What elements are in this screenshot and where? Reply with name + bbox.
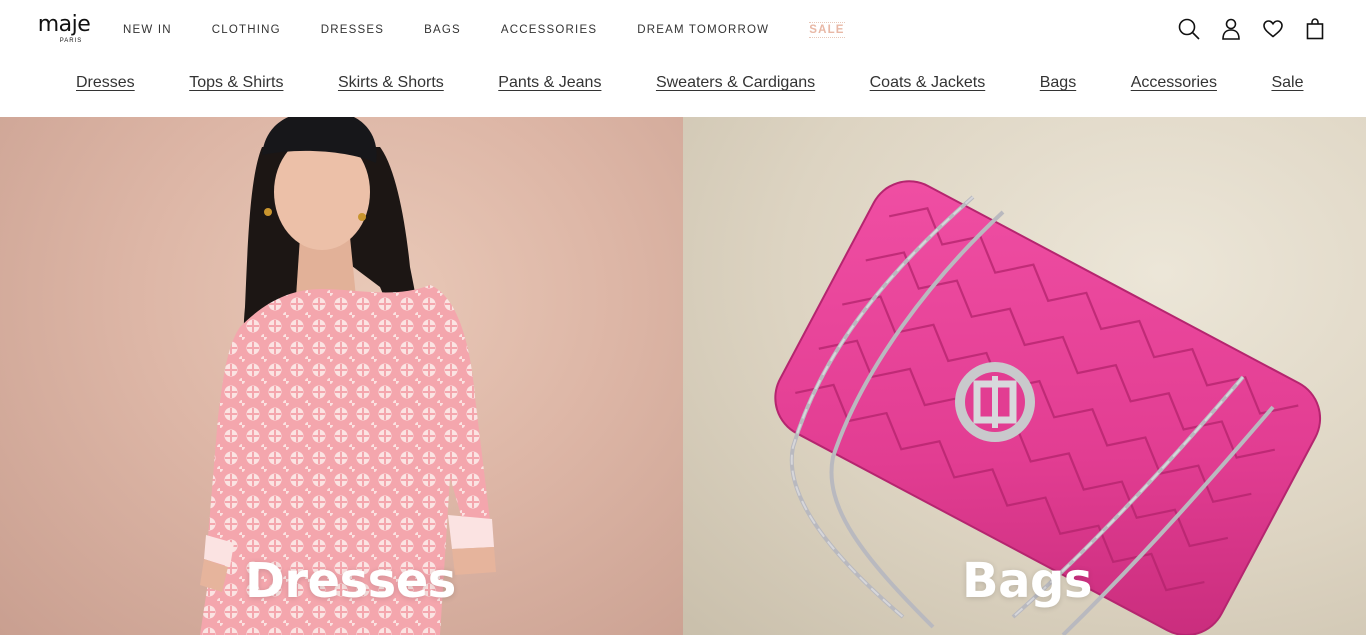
header-actions (1178, 17, 1326, 41)
bags-tile[interactable]: Bags (683, 117, 1366, 635)
logo-wordmark: maje (37, 12, 91, 37)
category-navigation: Dresses Tops & Shirts Skirts & Shorts Pa… (76, 73, 1303, 93)
category-tops-shirts[interactable]: Tops & Shirts (189, 73, 283, 93)
bags-tile-label: Bags (962, 553, 1092, 609)
nav-new-in[interactable]: NEW IN (123, 22, 172, 38)
account-icon[interactable] (1220, 17, 1242, 41)
wishlist-heart-icon[interactable] (1262, 17, 1284, 41)
nav-dream-tomorrow[interactable]: DREAM TOMORROW (637, 22, 769, 38)
category-accessories[interactable]: Accessories (1131, 73, 1217, 93)
nav-bags[interactable]: BAGS (424, 22, 461, 38)
nav-accessories[interactable]: ACCESSORIES (501, 22, 597, 38)
logo-tagline: PARIS (59, 38, 83, 44)
maje-logo[interactable]: maje PARIS (34, 13, 94, 49)
category-bags[interactable]: Bags (1040, 73, 1076, 93)
category-sweaters-cardigans[interactable]: Sweaters & Cardigans (656, 73, 815, 93)
shopping-bag-icon[interactable] (1304, 17, 1326, 41)
category-coats-jackets[interactable]: Coats & Jackets (870, 73, 986, 93)
dresses-tile[interactable]: Dresses (0, 117, 683, 635)
nav-dresses[interactable]: DRESSES (321, 22, 384, 38)
category-skirts-shorts[interactable]: Skirts & Shorts (338, 73, 444, 93)
search-icon[interactable] (1178, 17, 1200, 41)
category-sale[interactable]: Sale (1271, 73, 1303, 93)
main-navigation: NEW IN CLOTHING DRESSES BAGS ACCESSORIES… (123, 22, 885, 38)
category-hero-tiles: Dresses Bags (0, 117, 1366, 635)
dresses-tile-label: Dresses (245, 553, 456, 609)
category-dresses[interactable]: Dresses (76, 73, 135, 93)
nav-sale[interactable]: SALE (809, 22, 845, 38)
category-pants-jeans[interactable]: Pants & Jeans (498, 73, 601, 93)
nav-clothing[interactable]: CLOTHING (212, 22, 281, 38)
site-header: maje PARIS NEW IN CLOTHING DRESSES BAGS … (0, 0, 1366, 117)
